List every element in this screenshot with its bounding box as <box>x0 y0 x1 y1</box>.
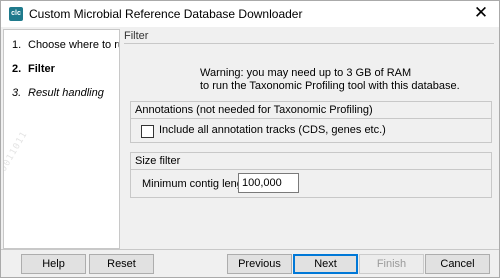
group-divider <box>131 118 491 119</box>
min-contig-length-input[interactable]: 100,000 <box>238 173 299 193</box>
annotations-group-title: Annotations (not needed for Taxonomic Pr… <box>135 104 373 116</box>
warning-line-1: Warning: you may need up to 3 GB of RAM <box>200 67 412 79</box>
footer-divider <box>1 249 499 250</box>
cancel-button[interactable]: Cancel <box>425 254 490 274</box>
step-number: 2. <box>12 63 22 75</box>
warning-line-2: to run the Taxonomic Profiling tool with… <box>200 80 460 92</box>
close-icon[interactable]: ✕ <box>471 3 491 23</box>
window-title: Custom Microbial Reference Database Down… <box>29 7 303 21</box>
step-number: 1. <box>12 39 22 51</box>
app-icon: clc <box>9 7 23 21</box>
steps-panel: 1. Choose where to run 2. Filter 3. Result … <box>3 29 120 249</box>
step-label: Result handling <box>28 87 104 99</box>
filter-panel: Filter Warning: you may need up to 3 GB … <box>122 29 496 247</box>
previous-button[interactable]: Previous <box>227 254 292 274</box>
reset-button[interactable]: Reset <box>89 254 154 274</box>
include-annotations-label[interactable]: Include all annotation tracks (CDS, gene… <box>159 124 386 136</box>
step-number: 3. <box>12 87 22 99</box>
annotations-group: Annotations (not needed for Taxonomic Pr… <box>130 101 492 143</box>
finish-button[interactable]: Finish <box>359 254 424 274</box>
title-bar: clc Custom Microbial Reference Database … <box>1 1 499 27</box>
include-annotations-checkbox[interactable] <box>141 125 154 138</box>
step-label: Filter <box>28 63 55 75</box>
section-title: Filter <box>124 30 149 42</box>
step-result-handling[interactable]: 3. Result handling <box>12 87 104 99</box>
min-contig-length-label: Minimum contig length <box>142 178 253 190</box>
section-divider <box>124 43 494 44</box>
binary-watermark: 0101010010100011011 <box>3 129 30 241</box>
help-button[interactable]: Help <box>21 254 86 274</box>
step-filter[interactable]: 2. Filter <box>12 63 55 75</box>
ram-warning: Warning: you may need up to 3 GB of RAM … <box>200 67 460 93</box>
next-button[interactable]: Next <box>293 254 358 274</box>
step-choose-where-to-run[interactable]: 1. Choose where to run <box>12 39 120 51</box>
group-divider <box>131 169 491 170</box>
dialog-window: clc Custom Microbial Reference Database … <box>0 0 500 278</box>
size-filter-group: Size filter Minimum contig length 100,00… <box>130 152 492 198</box>
step-label: Choose where to run <box>28 39 120 51</box>
size-filter-group-title: Size filter <box>135 155 181 167</box>
